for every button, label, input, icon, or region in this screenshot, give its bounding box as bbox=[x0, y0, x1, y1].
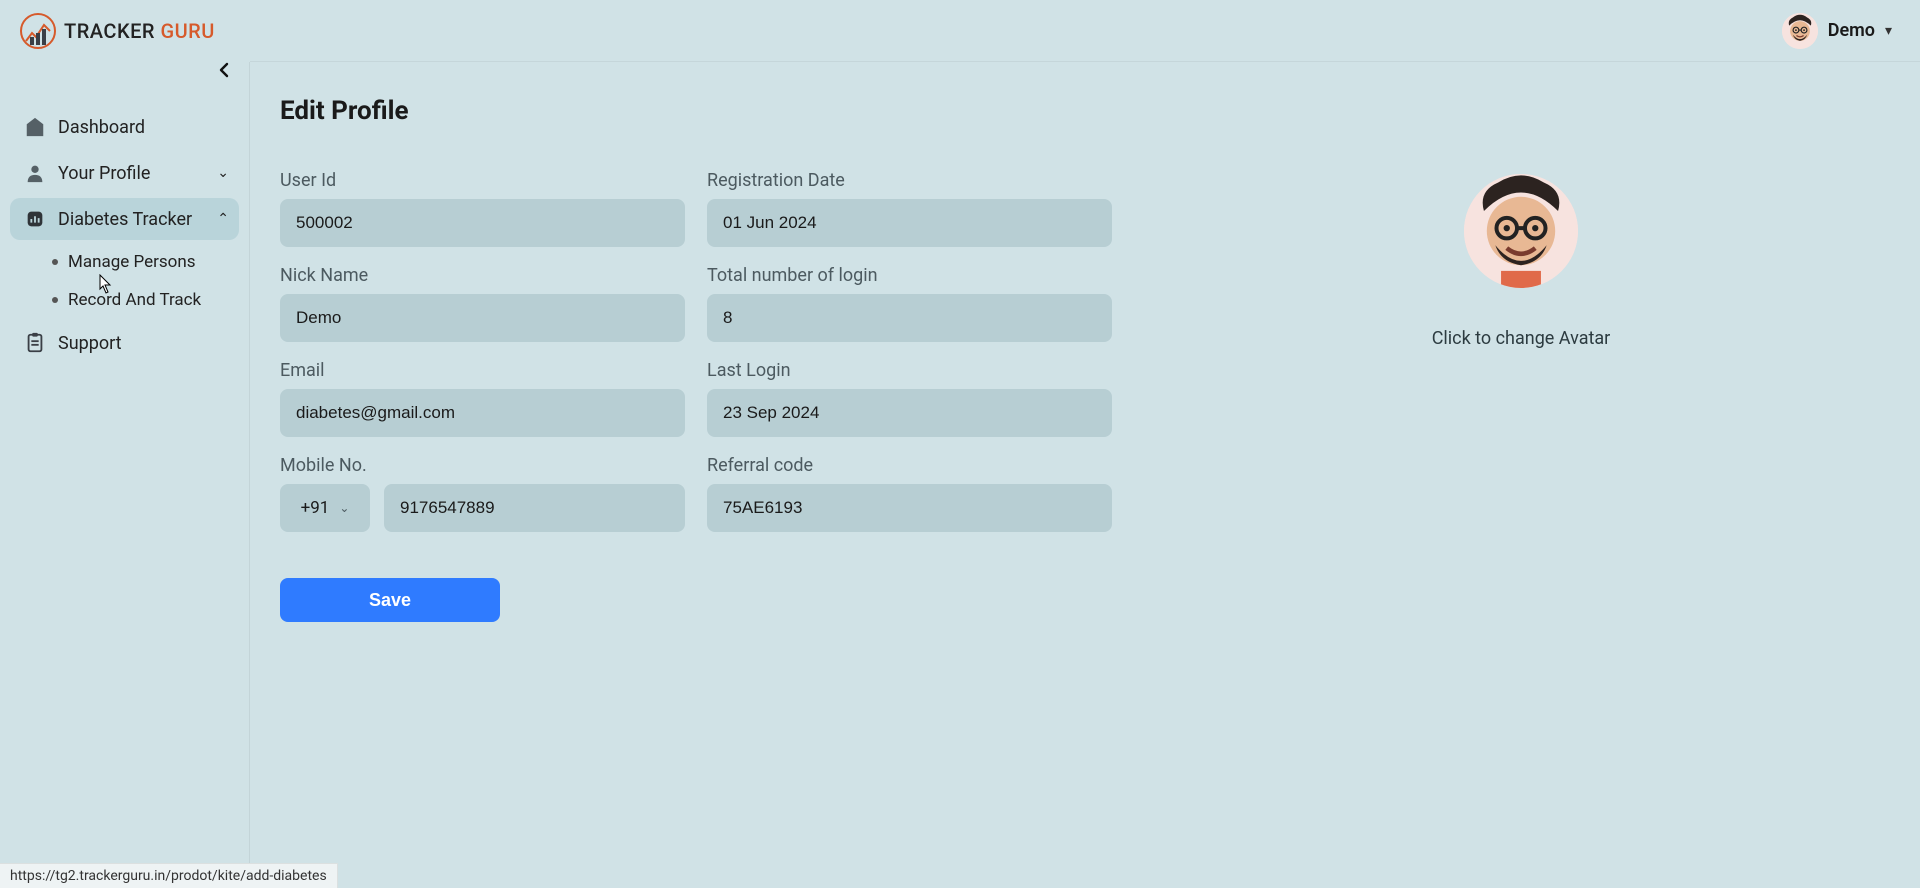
sidebar-item-your-profile[interactable]: Your Profile ⌄ bbox=[10, 152, 239, 194]
user-menu[interactable]: Demo ▾ bbox=[1782, 13, 1892, 49]
field-user-id: User Id bbox=[280, 170, 685, 247]
sidebar-item-label: Dashboard bbox=[58, 117, 145, 138]
logo-mark-icon bbox=[18, 11, 58, 51]
field-email: Email bbox=[280, 360, 685, 437]
page-title: Edit Profile bbox=[280, 96, 1890, 126]
brand-text: TRACKER GURU bbox=[64, 19, 215, 43]
field-last-login: Last Login bbox=[707, 360, 1112, 437]
sidebar-item-label: Diabetes Tracker bbox=[58, 209, 192, 230]
profile-icon bbox=[24, 162, 46, 184]
chevron-up-icon: ⌃ bbox=[217, 211, 229, 227]
label-login-count: Total number of login bbox=[707, 265, 1112, 286]
field-registration-date: Registration Date bbox=[707, 170, 1112, 247]
logo-cell: TRACKER GURU bbox=[0, 0, 250, 62]
sub-item-record-and-track[interactable]: Record And Track bbox=[44, 284, 239, 316]
avatar-large[interactable] bbox=[1464, 174, 1578, 288]
label-registration-date: Registration Date bbox=[707, 170, 1112, 191]
change-avatar-link[interactable]: Click to change Avatar bbox=[1432, 328, 1611, 349]
field-mobile: Mobile No. +91 ⌄ bbox=[280, 455, 685, 532]
diabetes-submenu: Manage Persons Record And Track bbox=[44, 246, 239, 316]
main-content: Edit Profile User Id Registration Date N… bbox=[250, 62, 1920, 888]
topbar: Demo ▾ bbox=[250, 0, 1920, 62]
label-referral: Referral code bbox=[707, 455, 1112, 476]
status-url: https://tg2.trackerguru.in/prodot/kite/a… bbox=[0, 863, 338, 888]
sub-item-manage-persons[interactable]: Manage Persons bbox=[44, 246, 239, 278]
tracker-icon bbox=[24, 208, 46, 230]
chevron-down-icon: ⌄ bbox=[339, 501, 349, 515]
avatar-small bbox=[1782, 13, 1818, 49]
input-user-id[interactable] bbox=[280, 199, 685, 247]
save-button[interactable]: Save bbox=[280, 578, 500, 622]
support-icon bbox=[24, 332, 46, 354]
sidebar: Dashboard Your Profile ⌄ Diabetes Tracke… bbox=[0, 62, 250, 888]
label-nick-name: Nick Name bbox=[280, 265, 685, 286]
sub-item-label: Manage Persons bbox=[68, 252, 196, 272]
sidebar-item-label: Your Profile bbox=[58, 163, 150, 184]
input-last-login[interactable] bbox=[707, 389, 1112, 437]
sidebar-collapse-button[interactable] bbox=[211, 56, 239, 84]
sidebar-item-support[interactable]: Support bbox=[10, 322, 239, 364]
label-email: Email bbox=[280, 360, 685, 381]
sidebar-item-diabetes-tracker[interactable]: Diabetes Tracker ⌃ bbox=[10, 198, 239, 240]
input-registration-date[interactable] bbox=[707, 199, 1112, 247]
input-mobile[interactable] bbox=[384, 484, 685, 532]
chevron-down-icon: ⌄ bbox=[217, 165, 229, 181]
label-user-id: User Id bbox=[280, 170, 685, 191]
sub-item-label: Record And Track bbox=[68, 290, 201, 310]
country-code-select[interactable]: +91 ⌄ bbox=[280, 484, 370, 532]
input-referral[interactable] bbox=[707, 484, 1112, 532]
sidebar-item-label: Support bbox=[58, 333, 122, 354]
field-nick-name: Nick Name bbox=[280, 265, 685, 342]
input-email[interactable] bbox=[280, 389, 685, 437]
brand-logo[interactable]: TRACKER GURU bbox=[18, 11, 215, 51]
field-referral: Referral code bbox=[707, 455, 1112, 532]
input-nick-name[interactable] bbox=[280, 294, 685, 342]
field-login-count: Total number of login bbox=[707, 265, 1112, 342]
user-name: Demo bbox=[1828, 20, 1875, 41]
country-code-value: +91 bbox=[301, 498, 330, 518]
label-mobile: Mobile No. bbox=[280, 455, 685, 476]
input-login-count[interactable] bbox=[707, 294, 1112, 342]
chevron-down-icon: ▾ bbox=[1885, 23, 1892, 39]
dashboard-icon bbox=[24, 116, 46, 138]
label-last-login: Last Login bbox=[707, 360, 1112, 381]
sidebar-item-dashboard[interactable]: Dashboard bbox=[10, 106, 239, 148]
